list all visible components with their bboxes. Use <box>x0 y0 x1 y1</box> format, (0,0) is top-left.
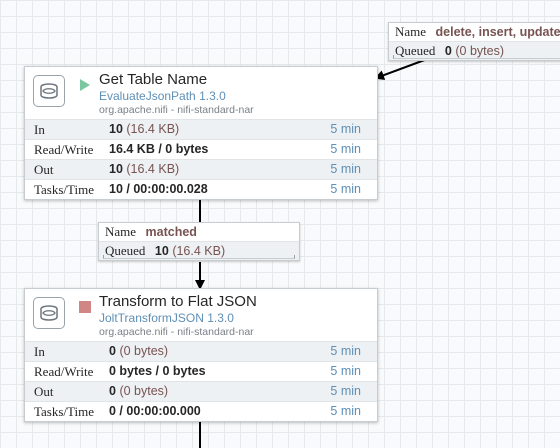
stat-label: Read/Write <box>34 142 94 157</box>
stop-icon <box>79 301 91 313</box>
stat-row-in: In 0 (0 bytes) 5 min <box>25 341 377 361</box>
stat-label: Out <box>34 162 54 177</box>
connection-name: delete, insert, update <box>435 25 560 39</box>
play-icon <box>80 79 90 91</box>
queue-progress-bar <box>393 55 560 59</box>
stat-label: Out <box>34 384 54 399</box>
processor-header: Get Table Name EvaluateJsonPath 1.3.0 or… <box>25 67 377 117</box>
connection-queued-row: Queued 10 (16.4 KB) <box>99 241 299 260</box>
processor-stats: In 10 (16.4 KB) 5 min Read/Write 16.4 KB… <box>25 119 377 199</box>
stat-time: 5 min <box>330 122 361 136</box>
stat-row-out: Out 0 (0 bytes) 5 min <box>25 381 377 401</box>
stat-time: 5 min <box>330 182 361 196</box>
queue-progress-bar <box>103 255 295 259</box>
stat-label: In <box>34 122 45 137</box>
processor-type: JoltTransformJSON 1.3.0 <box>99 311 234 325</box>
stat-time: 5 min <box>330 364 361 378</box>
stat-value: 10 (16.4 KB) <box>109 122 180 136</box>
stat-time: 5 min <box>330 344 361 358</box>
stat-time: 5 min <box>330 162 361 176</box>
stat-label: In <box>34 344 45 359</box>
processor-icon <box>33 75 65 107</box>
processor-type: EvaluateJsonPath 1.3.0 <box>99 89 226 103</box>
connection-label-matched[interactable]: Name matched Queued 10 (16.4 KB) <box>98 222 300 261</box>
processor-header: Transform to Flat JSON JoltTransformJSON… <box>25 289 377 339</box>
processor-transform-to-flat-json[interactable]: Transform to Flat JSON JoltTransformJSON… <box>24 288 378 422</box>
stat-row-out: Out 10 (16.4 KB) 5 min <box>25 159 377 179</box>
stat-row-in: In 10 (16.4 KB) 5 min <box>25 119 377 139</box>
processor-stats: In 0 (0 bytes) 5 min Read/Write 0 bytes … <box>25 341 377 421</box>
processor-name: Transform to Flat JSON <box>99 293 257 310</box>
stat-time: 5 min <box>330 142 361 156</box>
stat-label: Tasks/Time <box>34 182 95 197</box>
stat-value: 16.4 KB / 0 bytes <box>109 142 209 156</box>
stat-label: Read/Write <box>34 364 94 379</box>
processor-get-table-name[interactable]: Get Table Name EvaluateJsonPath 1.3.0 or… <box>24 66 378 200</box>
stat-time: 5 min <box>330 384 361 398</box>
stat-time: 5 min <box>330 404 361 418</box>
connection-name-row: Name delete, insert, update <box>389 23 560 41</box>
stat-value: 0 (0 bytes) <box>109 384 169 398</box>
stat-row-read-write: Read/Write 0 bytes / 0 bytes 5 min <box>25 361 377 381</box>
stat-label: Tasks/Time <box>34 404 95 419</box>
stat-value: 0 / 00:00:00.000 <box>109 404 201 418</box>
stat-row-read-write: Read/Write 16.4 KB / 0 bytes 5 min <box>25 139 377 159</box>
processor-icon <box>33 297 65 329</box>
stat-value: 0 (0 bytes) <box>109 344 169 358</box>
processor-name: Get Table Name <box>99 71 208 88</box>
processor-bundle: org.apache.nifi - nifi-standard-nar <box>99 326 254 338</box>
connection-label-upstream[interactable]: Name delete, insert, update Queued 0 (0 … <box>388 22 560 61</box>
connection-name-label: Name <box>105 224 137 239</box>
stat-value: 10 (16.4 KB) <box>109 162 180 176</box>
processor-bundle: org.apache.nifi - nifi-standard-nar <box>99 104 254 116</box>
stat-row-tasks-time: Tasks/Time 10 / 00:00:00.028 5 min <box>25 179 377 199</box>
connection-name: matched <box>145 225 197 239</box>
connection-name-row: Name matched <box>99 223 299 241</box>
stat-value: 0 bytes / 0 bytes <box>109 364 206 378</box>
connection-queued-row: Queued 0 (0 bytes) <box>389 41 560 60</box>
stat-value: 10 / 00:00:00.028 <box>109 182 208 196</box>
connection-name-label: Name <box>395 24 427 39</box>
connection-line-upstream[interactable] <box>374 57 431 80</box>
stat-row-tasks-time: Tasks/Time 0 / 00:00:00.000 5 min <box>25 401 377 421</box>
